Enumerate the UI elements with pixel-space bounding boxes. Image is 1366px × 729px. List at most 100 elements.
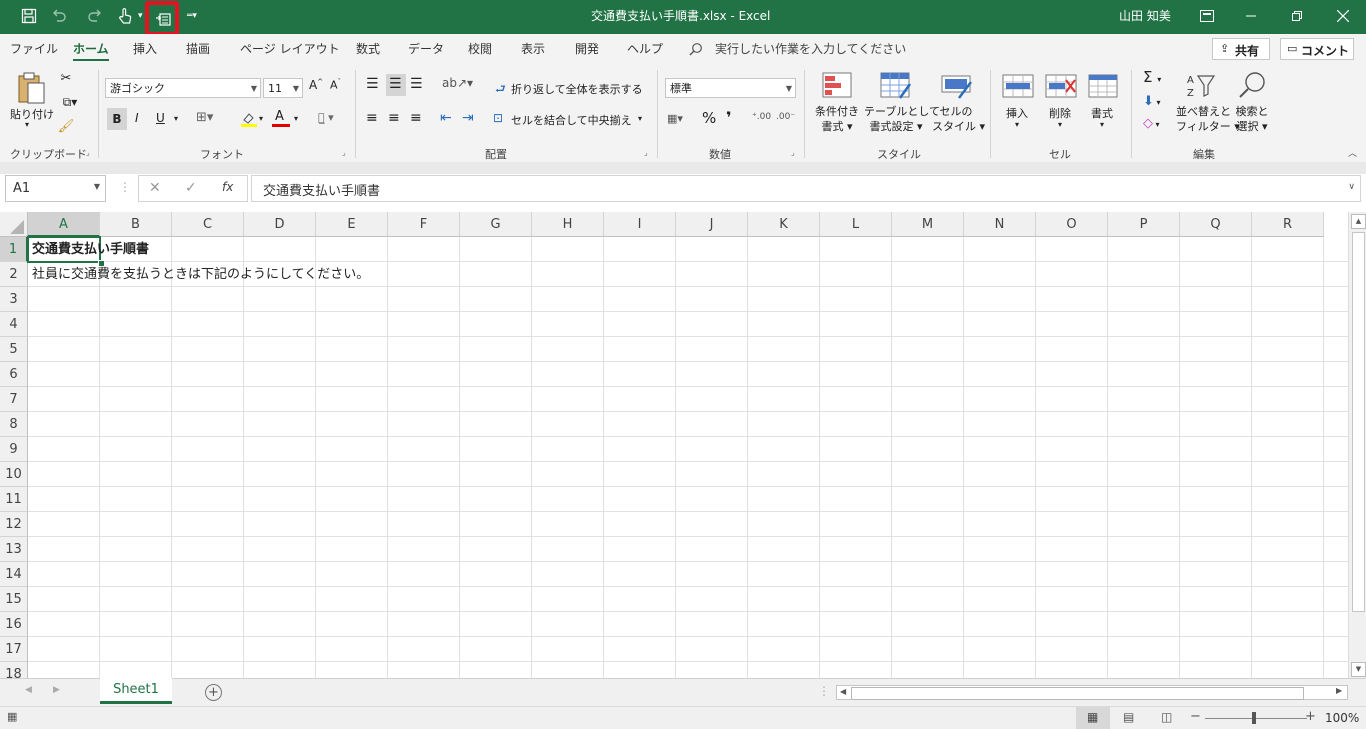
merge-dropdown-icon[interactable]: ▾ (638, 114, 642, 123)
zoom-slider-thumb[interactable] (1252, 712, 1256, 724)
paste-dropdown-icon[interactable]: ▾ (25, 120, 29, 129)
underline-button[interactable]: U (156, 111, 165, 125)
highlighted-qat-button[interactable] (145, 1, 179, 36)
row-header-8[interactable]: 8 (0, 412, 28, 437)
wrap-text-button[interactable]: 折り返して全体を表示する (511, 81, 643, 97)
cell-a2[interactable]: 社員に交通費を支払うときは下記のようにしてください。 (28, 262, 369, 287)
cut-icon[interactable]: ✂ (58, 70, 74, 86)
align-top-icon[interactable]: ☰ (366, 76, 379, 92)
column-header-k[interactable]: K (748, 212, 820, 237)
tab-file[interactable]: ファイル (10, 34, 58, 64)
phonetic-icon[interactable]: ア̲ ▾ (318, 111, 334, 124)
delete-dropdown-icon[interactable]: ▾ (1058, 120, 1062, 129)
insert-dropdown-icon[interactable]: ▾ (1015, 120, 1019, 129)
insert-cells-button[interactable]: 挿入 (1006, 105, 1028, 121)
font-size-select[interactable]: 11 ▼ (263, 78, 303, 98)
delete-cells-icon[interactable] (1045, 74, 1077, 103)
vertical-scrollbar[interactable]: ▲ ▼ (1348, 212, 1366, 678)
clipboard-launcher-icon[interactable]: ⌟ (86, 148, 90, 157)
enter-icon[interactable]: ✓ (185, 180, 197, 196)
scroll-up-icon[interactable]: ▲ (1351, 214, 1366, 229)
row-header-11[interactable]: 11 (0, 487, 28, 512)
tab-insert[interactable]: 挿入 (133, 34, 157, 64)
macro-record-icon[interactable]: ▦ (7, 710, 17, 723)
fill-color-icon[interactable] (240, 110, 258, 131)
fill-dropdown-icon[interactable]: ▾ (259, 114, 263, 123)
select-all-button[interactable] (0, 212, 28, 237)
column-header-q[interactable]: Q (1180, 212, 1252, 237)
touch-mode-icon[interactable] (114, 5, 136, 27)
font-color-dropdown-icon[interactable]: ▾ (294, 114, 298, 123)
comment-button[interactable]: ▭ コメント (1280, 38, 1354, 60)
tab-developer[interactable]: 開発 (575, 34, 599, 64)
chevron-down-icon[interactable]: ▼ (94, 182, 100, 191)
paste-label[interactable]: 貼り付け (10, 106, 54, 122)
column-header-i[interactable]: I (604, 212, 676, 237)
font-color-icon[interactable]: A (272, 109, 290, 128)
worksheet-grid[interactable]: ABCDEFGHIJKLMNOPQR 1 2 3 4 5 6 7 8 9 10 11 12 13 14 15… (0, 212, 1348, 678)
tab-review[interactable]: 校閲 (468, 34, 492, 64)
horizontal-scroll-thumb[interactable] (851, 687, 1304, 700)
fill-icon[interactable]: ⬇ ▾ (1143, 94, 1160, 109)
decrease-decimal-icon[interactable]: .00⁻ (776, 112, 795, 122)
scroll-right-icon[interactable]: ▶ (1336, 686, 1342, 695)
formula-input[interactable]: 交通費支払い手順書 ∨ (251, 175, 1361, 202)
row-header-4[interactable]: 4 (0, 312, 28, 337)
restore-icon[interactable] (1274, 0, 1320, 32)
increase-decimal-icon[interactable]: ⁺.00 (752, 112, 771, 122)
zoom-level[interactable]: 100% (1325, 711, 1359, 725)
tell-me-box[interactable]: 実行したい作業を入力してください (715, 34, 906, 64)
alignment-launcher-icon[interactable]: ⌟ (644, 148, 648, 157)
tab-page-layout[interactable]: ページ レイアウト (240, 34, 340, 64)
column-header-h[interactable]: H (532, 212, 604, 237)
column-header-b[interactable]: B (100, 212, 172, 237)
customize-qat-icon[interactable]: ═▾ (187, 0, 197, 34)
format-cells-button[interactable]: 書式 (1091, 105, 1113, 121)
copy-icon[interactable]: ⧉▾ (58, 94, 82, 110)
row-header-14[interactable]: 14 (0, 562, 28, 587)
format-as-table-icon[interactable] (880, 72, 912, 103)
expand-formula-bar-icon[interactable]: ∨ (1348, 182, 1355, 192)
align-bottom-icon[interactable]: ☰ (410, 76, 423, 92)
currency-format-icon[interactable]: ▦▾ (667, 112, 683, 125)
cancel-icon[interactable]: ✕ (149, 180, 161, 196)
increase-font-icon[interactable]: A^ (309, 78, 323, 92)
zoom-in-icon[interactable]: + (1305, 709, 1316, 724)
conditional-format-button[interactable]: 条件付き 書式 ▾ (813, 104, 861, 134)
row-header-3[interactable]: 3 (0, 287, 28, 312)
find-select-icon[interactable] (1238, 70, 1268, 103)
collapse-ribbon-icon[interactable]: ︿ (1348, 146, 1357, 159)
column-header-r[interactable]: R (1252, 212, 1324, 237)
comma-style-button[interactable]: ❜ (726, 108, 732, 127)
merge-center-icon[interactable]: ⊡ (493, 111, 503, 125)
merge-center-button[interactable]: セルを結合して中央揃え (511, 112, 632, 128)
row-header-2[interactable]: 2 (0, 262, 28, 287)
bold-button[interactable]: B (107, 108, 127, 130)
tab-formulas[interactable]: 数式 (356, 34, 380, 64)
column-header-m[interactable]: M (892, 212, 964, 237)
underline-dropdown-icon[interactable]: ▾ (174, 114, 178, 123)
row-header-6[interactable]: 6 (0, 362, 28, 387)
prev-sheet-icon[interactable]: ◀ (25, 685, 32, 695)
vertical-scroll-thumb[interactable] (1352, 232, 1365, 612)
cell-styles-icon[interactable] (941, 72, 973, 103)
number-launcher-icon[interactable]: ⌟ (791, 148, 795, 157)
tab-split-grip-icon[interactable]: ⋮ (818, 684, 830, 698)
next-sheet-icon[interactable]: ▶ (53, 685, 60, 695)
find-select-button[interactable]: 検索と 選択 ▾ (1232, 104, 1272, 134)
paste-icon[interactable] (14, 70, 48, 106)
sheet-tab-sheet1[interactable]: Sheet1 (100, 678, 172, 704)
format-as-table-button[interactable]: テーブルとして 書式設定 ▾ (864, 104, 940, 134)
column-header-e[interactable]: E (316, 212, 388, 237)
column-header-c[interactable]: C (172, 212, 244, 237)
scroll-down-icon[interactable]: ▼ (1351, 662, 1366, 677)
scroll-left-icon[interactable]: ◀ (840, 687, 846, 696)
orientation-icon[interactable]: ab↗▾ (442, 76, 473, 90)
column-header-g[interactable]: G (460, 212, 532, 237)
page-layout-view-icon[interactable]: ▤ (1123, 710, 1134, 724)
chevron-down-icon[interactable]: ▾ (138, 0, 143, 34)
column-header-f[interactable]: F (388, 212, 460, 237)
zoom-slider-track[interactable] (1205, 718, 1307, 719)
tab-data[interactable]: データ (408, 34, 444, 64)
number-format-select[interactable]: 標準 ▼ (665, 78, 796, 98)
